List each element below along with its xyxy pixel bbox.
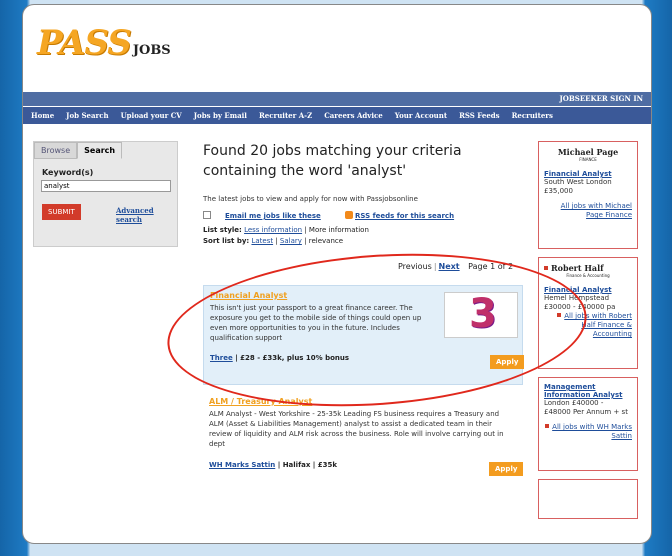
logo-jobs: JOBS xyxy=(132,43,171,58)
job-title-link[interactable]: Financial Analyst xyxy=(210,291,287,300)
rss-feeds-link[interactable]: RSS feeds for this search xyxy=(355,212,454,220)
featured-job-card: Michael Page FINANCE Financial Analyst S… xyxy=(538,141,638,249)
apply-button[interactable]: Apply xyxy=(489,462,524,476)
recruiter-logo[interactable]: Robert Half xyxy=(544,263,632,273)
site-logo[interactable]: PASS JOBS xyxy=(37,23,171,63)
alert-links: Email me jobs like these RSS feeds for t… xyxy=(203,211,454,220)
job-listing: ALM / Treasury Analyst ALM Analyst - Wes… xyxy=(203,393,524,483)
nav-upload-cv[interactable]: Upload your CV xyxy=(121,111,182,120)
jobseeker-signin-link[interactable]: JOBSEEKER SIGN IN xyxy=(559,94,643,103)
featured-job-title[interactable]: Financial Analyst xyxy=(544,170,632,178)
sort-latest-link[interactable]: Latest xyxy=(251,237,273,245)
advanced-search-link[interactable]: Advanced search xyxy=(116,206,177,224)
featured-job-salary: £35,000 xyxy=(544,187,573,195)
sort-row: Sort list by: Latest | Salary | relevanc… xyxy=(203,237,344,245)
featured-job-card-empty xyxy=(538,479,638,519)
company-link[interactable]: WH Marks Sattin xyxy=(209,461,275,469)
company-link[interactable]: Three xyxy=(210,354,233,362)
three-logo-glyph: 3 xyxy=(469,291,497,337)
more-information-text: | More information xyxy=(304,226,369,234)
tab-search[interactable]: Search xyxy=(77,142,123,159)
job-description: ALM Analyst - West Yorkshire - 25-35k Le… xyxy=(209,410,504,448)
less-information-link[interactable]: Less information xyxy=(244,226,302,234)
nav-rss-feeds[interactable]: RSS Feeds xyxy=(459,111,500,120)
pager-next-link[interactable]: Next xyxy=(439,262,460,271)
all-jobs-link[interactable]: All jobs with Michael Page Finance xyxy=(544,202,632,220)
submit-button[interactable]: SUBMIT xyxy=(42,204,81,220)
featured-job-card: Management Information Analyst London £4… xyxy=(538,377,638,471)
pager-previous: Previous xyxy=(398,262,432,271)
all-jobs-link[interactable]: All jobs with Robert Half Finance & Acco… xyxy=(544,312,632,339)
featured-job-location: Hemel Hempstead xyxy=(544,294,610,302)
top-bar: JOBSEEKER SIGN IN xyxy=(23,92,651,106)
nav-recruiter-az[interactable]: Recruiter A-Z xyxy=(259,111,312,120)
job-description: This isn't just your passport to a great… xyxy=(210,304,422,342)
browser-page: PASS JOBS JOBSEEKER SIGN IN Home Job Sear… xyxy=(22,4,652,544)
apply-button[interactable]: Apply xyxy=(490,355,525,369)
job-title-link[interactable]: ALM / Treasury Analyst xyxy=(209,397,312,406)
nav-recruiters[interactable]: Recruiters xyxy=(512,111,553,120)
featured-job-card: Robert Half Finance & Accounting Financi… xyxy=(538,257,638,369)
recruiter-logo-sub: FINANCE xyxy=(579,157,597,162)
nav-home[interactable]: Home xyxy=(31,111,54,120)
rss-icon xyxy=(345,211,354,219)
sort-salary-link[interactable]: Salary xyxy=(280,237,302,245)
featured-job-title[interactable]: Financial Analyst xyxy=(544,286,632,294)
nav-careers-advice[interactable]: Careers Advice xyxy=(324,111,383,120)
job-salary: | £28 - £33k, plus 10% bonus xyxy=(232,354,350,362)
list-style-label: List style: xyxy=(203,226,242,234)
recruiter-logo[interactable]: Michael Page xyxy=(544,147,632,157)
company-logo-three[interactable]: 3 xyxy=(444,291,518,338)
all-jobs-link-text: All jobs with Robert Half Finance & Acco… xyxy=(564,312,632,338)
list-style-row: List style: Less information | More info… xyxy=(203,226,369,234)
search-panel: Browse Search Keyword(s) SUBMIT Advanced… xyxy=(33,141,178,247)
main-nav: Home Job Search Upload your CV Jobs by E… xyxy=(23,107,651,124)
nav-jobs-by-email[interactable]: Jobs by Email xyxy=(194,111,247,120)
envelope-icon xyxy=(203,211,211,219)
recruiter-logo-text: Robert Half xyxy=(551,263,604,273)
logo-pass: PASS xyxy=(37,23,132,63)
sort-relevance-text: | relevance xyxy=(304,237,344,245)
email-me-jobs-link[interactable]: Email me jobs like these xyxy=(225,212,321,220)
featured-job-salary: £30000 - £40000 pa xyxy=(544,303,616,311)
search-tabs: Browse Search xyxy=(34,142,177,159)
all-jobs-link[interactable]: All jobs with WH Marks Sattin xyxy=(544,423,632,441)
nav-your-account[interactable]: Your Account xyxy=(395,111,447,120)
keyword-label: Keyword(s) xyxy=(42,168,94,177)
all-jobs-link-text: All jobs with WH Marks Sattin xyxy=(552,423,632,440)
intro-text: The latest jobs to view and apply for no… xyxy=(203,195,418,203)
square-icon xyxy=(544,266,548,270)
job-listing: Financial Analyst This isn't just your p… xyxy=(203,285,525,385)
pager-page-indicator: Page 1 of 2 xyxy=(468,262,514,271)
featured-job-location: London £40000 - xyxy=(544,399,604,407)
bullet-icon xyxy=(545,424,550,428)
nav-job-search[interactable]: Job Search xyxy=(66,111,108,120)
keyword-input[interactable] xyxy=(41,180,171,192)
featured-job-salary: £48000 Per Annum + st xyxy=(544,408,628,416)
featured-job-location: South West London xyxy=(544,178,612,186)
recruiter-logo-sub: Finance & Accounting xyxy=(566,273,610,278)
tab-browse[interactable]: Browse xyxy=(34,142,78,159)
pagination: Previous | Next Page 1 of 2 xyxy=(398,262,514,271)
bullet-icon xyxy=(557,313,562,317)
sort-label: Sort list by: xyxy=(203,237,250,245)
job-meta: WH Marks Sattin | Halifax | £35k xyxy=(209,461,337,469)
featured-job-title[interactable]: Management Information Analyst xyxy=(544,383,632,399)
page-title: Found 20 jobs matching your criteria con… xyxy=(203,143,462,179)
job-location-salary: | Halifax | £35k xyxy=(275,461,338,469)
job-meta: Three | £28 - £33k, plus 10% bonus xyxy=(210,354,349,362)
